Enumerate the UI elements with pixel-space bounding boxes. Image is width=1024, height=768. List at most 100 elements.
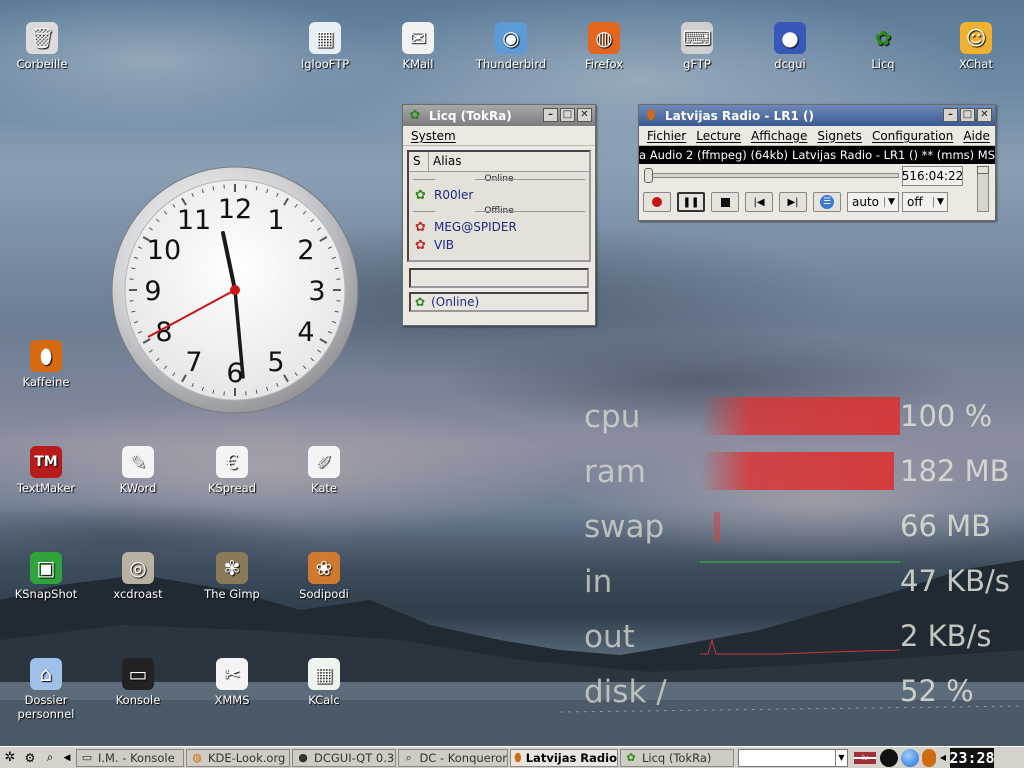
menu-signets[interactable]: Signets (812, 129, 867, 143)
kate-icon: ✐ (308, 446, 340, 478)
desktop-icon-ksnapshot[interactable]: ▣ KSnapShot (6, 552, 86, 601)
kaffeine-title: Latvijas Radio - LR1 () (665, 108, 814, 123)
contact-item[interactable]: ✿ VIB (409, 236, 589, 254)
stop-button[interactable] (711, 192, 739, 212)
taskbar-arrow-icon[interactable]: ◀ (60, 753, 74, 763)
seek-handle[interactable] (644, 168, 653, 183)
stop-icon (720, 197, 730, 207)
clock-numeral: 5 (267, 347, 284, 378)
pause-button[interactable]: ❚❚ (677, 192, 705, 212)
kaffeine-window: ⬮ Latvijas Radio - LR1 () – □ ✕ Fichier … (638, 104, 996, 221)
tray-arrow-icon[interactable]: ◀ (938, 753, 948, 762)
desktop-icon-xcdroast[interactable]: ◎ xcdroast (98, 552, 178, 601)
taskbar-task[interactable]: ✿ Licq (TokRa) (620, 748, 734, 767)
aspect-select[interactable]: auto ▼ (847, 192, 899, 212)
stream-codec-text: a Audio 2 (ffmpeg) (64kb) (639, 148, 788, 162)
quick-input[interactable]: ▼ (738, 748, 848, 767)
maximize-button[interactable]: □ (560, 108, 575, 122)
contact-list: S Alias Online ✿ R00ler Offline ✿ MEG@SP… (407, 150, 591, 262)
minimize-button[interactable]: – (943, 108, 958, 122)
message-field[interactable] (409, 268, 589, 288)
volume-slider[interactable] (977, 166, 989, 212)
desktop-icon-thunderbird[interactable]: ◉ Thunderbird (471, 22, 551, 71)
kde-menu-icon[interactable]: ✲ (0, 750, 20, 765)
desktop-icon-kate[interactable]: ✐ Kate (284, 446, 364, 495)
previous-icon: |◀ (753, 196, 765, 208)
previous-button[interactable]: |◀ (745, 192, 773, 212)
volume-handle[interactable] (977, 166, 989, 174)
clock-numeral: 4 (297, 317, 314, 348)
desktop-icon-kaffeine[interactable]: ⬮ Kaffeine (6, 340, 86, 389)
desktop-icon-kspread[interactable]: € KSpread (192, 446, 272, 495)
network-tray-icon[interactable] (901, 748, 919, 767)
bomb-tray-icon[interactable] (880, 748, 898, 767)
desktop-icon-gimp[interactable]: ✾ The Gimp (192, 552, 272, 601)
taskbar-task[interactable]: ▭ I.M. - Konsole (76, 748, 184, 767)
record-button[interactable] (643, 192, 671, 212)
menu-aide[interactable]: Aide (958, 129, 995, 143)
desktop-icon-label: Sodipodi (299, 587, 349, 601)
taskbar-task[interactable]: ● DCGUI-QT 0.3 (292, 748, 396, 767)
clock-numeral: 7 (185, 347, 202, 378)
desktop-icon-textmaker[interactable]: TM TextMaker (6, 446, 86, 495)
ksnapshot-icon: ▣ (30, 552, 62, 584)
chevron-down-icon: ▼ (884, 197, 898, 207)
taskbar-clock[interactable]: 23:28 (949, 747, 995, 768)
online-flower-icon: ✿ (415, 295, 426, 309)
clock-numeral: 2 (297, 235, 314, 266)
deinterlace-select[interactable]: off ▼ (902, 192, 948, 212)
contact-item[interactable]: ✿ R00ler (409, 186, 589, 204)
column-status[interactable]: S (409, 152, 429, 171)
desktop-icon-firefox[interactable]: ◍ Firefox (564, 22, 644, 71)
desktop-icon-licq[interactable]: ✿ Licq (843, 22, 923, 71)
menu-system[interactable]: System (406, 129, 461, 143)
kaffeine-tray-icon[interactable] (922, 748, 936, 767)
licq-titlebar[interactable]: ✿ Licq (TokRa) – □ ✕ (403, 105, 595, 126)
desktop-icon-kmail[interactable]: ✉ KMail (378, 22, 458, 71)
desktop-icon-home-folder[interactable]: ⌂ Dossier personnel (6, 658, 86, 721)
seek-slider[interactable] (644, 168, 899, 183)
menu-configuration[interactable]: Configuration (867, 129, 958, 143)
monitor-label: out (584, 619, 635, 655)
monitor-bar-0 (700, 397, 900, 435)
menu-fichier[interactable]: Fichier (642, 129, 691, 143)
maximize-button[interactable]: □ (960, 108, 975, 122)
desktop-icon-dcgui[interactable]: ● dcgui (750, 22, 830, 71)
close-button[interactable]: ✕ (977, 108, 992, 122)
desktop-icon-igloo-ftp[interactable]: ▦ IglooFTP (285, 22, 365, 71)
desktop-icon-kcalc[interactable]: ▦ KCalc (284, 658, 364, 707)
show-desktop-icon[interactable]: ⚙ (20, 751, 40, 765)
desktop-icon-sodipodi[interactable]: ❀ Sodipodi (284, 552, 364, 601)
keyboard-layout-flag[interactable]: lv (854, 751, 876, 764)
desktop-icon-trash[interactable]: 🗑 Corbeille (2, 22, 82, 71)
taskbar-task[interactable]: ⬮ Latvijas Radio (510, 748, 618, 767)
monitor-label: in (584, 564, 613, 600)
desktop-icon-xchat[interactable]: ☺ XChat (936, 22, 1016, 71)
taskbar-task[interactable]: ◍ KDE-Look.org (186, 748, 290, 767)
stream-title-text: Latvijas Radio - LR1 () ** (mms) MS (791, 148, 995, 162)
taskbar-task[interactable]: ⌕ DC - Konqueror (398, 748, 508, 767)
konqueror-launcher-icon[interactable]: ⌕ (40, 750, 60, 765)
kaffeine-titlebar[interactable]: ⬮ Latvijas Radio - LR1 () – □ ✕ (639, 105, 995, 126)
menu-lecture[interactable]: Lecture (691, 129, 746, 143)
sodipodi-icon: ❀ (308, 552, 340, 584)
desktop-icon-label: IglooFTP (300, 57, 350, 71)
desktop-icon-xmms[interactable]: ✂ XMMS (192, 658, 272, 707)
desktop-icon-kword[interactable]: ✎ KWord (98, 446, 178, 495)
menu-affichage[interactable]: Affichage (746, 129, 812, 143)
record-icon (652, 197, 662, 207)
contact-item[interactable]: ✿ MEG@SPIDER (409, 218, 589, 236)
minimize-button[interactable]: – (543, 108, 558, 122)
next-button[interactable]: ▶| (779, 192, 807, 212)
desktop-icon-label: KSnapShot (14, 587, 78, 601)
close-button[interactable]: ✕ (577, 108, 592, 122)
desktop-icon-label: dcgui (774, 57, 806, 71)
desktop-icon-label: TextMaker (16, 481, 76, 495)
desktop-icon-konsole[interactable]: ▭ Konsole (98, 658, 178, 707)
desktop-icon-gftp[interactable]: ⌨ gFTP (657, 22, 737, 71)
trash-icon: 🗑 (26, 22, 58, 54)
playlist-button[interactable]: ☰ (813, 192, 841, 212)
status-selector[interactable]: ✿ (Online) (409, 292, 589, 312)
column-alias[interactable]: Alias (429, 152, 589, 171)
desktop-icon-label: The Gimp (204, 587, 260, 601)
